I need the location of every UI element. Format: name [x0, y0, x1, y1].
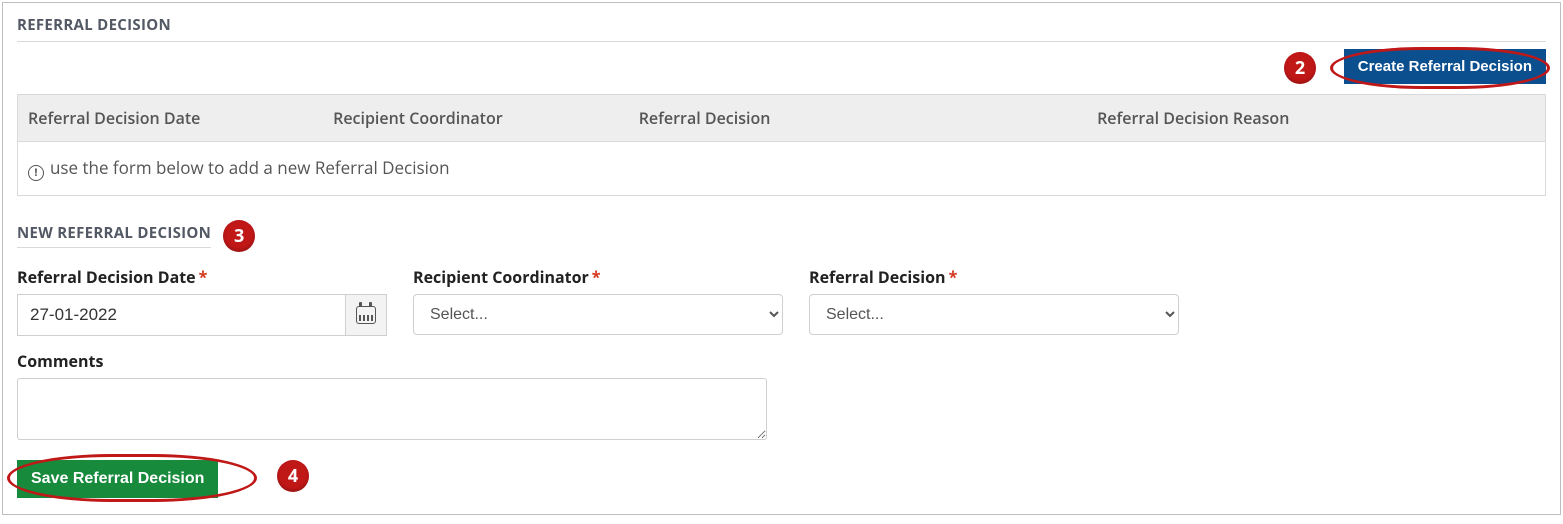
section-title: REFERRAL DECISION — [17, 15, 1546, 42]
field-referral-decision: Referral Decision* Select... — [809, 266, 1179, 336]
table-empty-row: ! use the form below to add a new Referra… — [18, 142, 1546, 196]
calendar-button[interactable] — [345, 294, 387, 336]
form-row-1: Referral Decision Date* Recipient Coordi… — [17, 266, 1546, 336]
toolbar: 2 Create Referral Decision — [17, 42, 1546, 94]
recipient-coordinator-select[interactable]: Select... — [413, 294, 783, 335]
field-comments: Comments — [17, 350, 767, 440]
label-referral-decision: Referral Decision* — [809, 266, 1179, 288]
col-date: Referral Decision Date — [18, 95, 324, 142]
form-title: NEW REFERRAL DECISION — [17, 223, 211, 248]
col-coordinator: Recipient Coordinator — [323, 95, 629, 142]
label-comments: Comments — [17, 350, 767, 372]
form-actions: Save Referral Decision 4 — [17, 460, 218, 498]
label-referral-date: Referral Decision Date* — [17, 266, 387, 288]
calendar-icon — [356, 306, 376, 324]
referral-decision-select[interactable]: Select... — [809, 294, 1179, 335]
empty-message: use the form below to add a new Referral… — [50, 156, 450, 179]
comments-textarea[interactable] — [17, 378, 767, 440]
col-decision: Referral Decision — [629, 95, 1087, 142]
annotation-badge-4: 4 — [277, 460, 309, 492]
form-row-2: Comments — [17, 350, 1546, 440]
save-referral-decision-button[interactable]: Save Referral Decision — [17, 460, 218, 498]
create-referral-decision-button[interactable]: Create Referral Decision — [1344, 49, 1546, 84]
referral-decision-table: Referral Decision Date Recipient Coordin… — [17, 94, 1546, 196]
referral-decision-panel: REFERRAL DECISION 2 Create Referral Deci… — [2, 2, 1561, 515]
col-reason: Referral Decision Reason — [1087, 95, 1545, 142]
info-icon: ! — [28, 165, 44, 181]
table-header-row: Referral Decision Date Recipient Coordin… — [18, 95, 1546, 142]
referral-date-input[interactable] — [17, 294, 345, 336]
annotation-badge-3: 3 — [223, 220, 255, 252]
annotation-badge-2: 2 — [1284, 52, 1316, 84]
label-recipient-coordinator: Recipient Coordinator* — [413, 266, 783, 288]
field-referral-date: Referral Decision Date* — [17, 266, 387, 336]
field-recipient-coordinator: Recipient Coordinator* Select... — [413, 266, 783, 336]
